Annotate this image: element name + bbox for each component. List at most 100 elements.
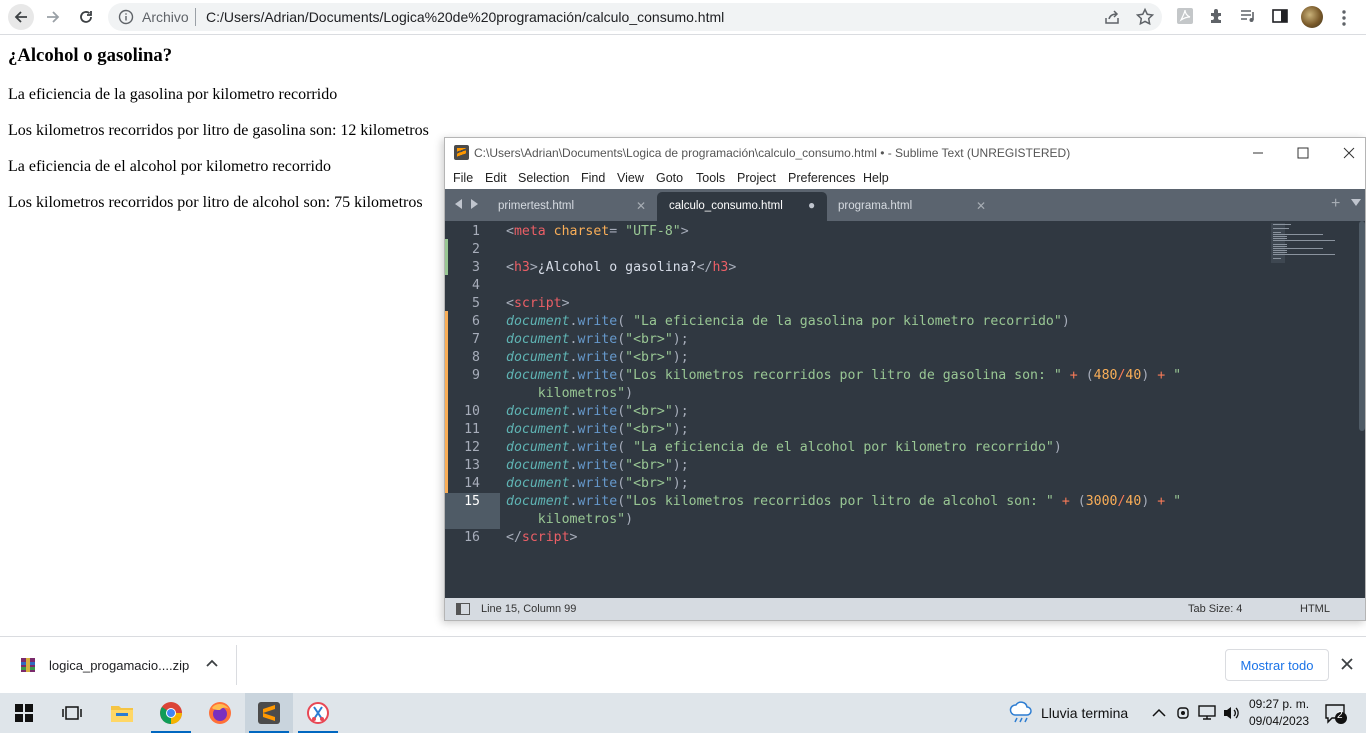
chrome-button[interactable]	[147, 693, 195, 733]
code-line-16: </script>	[506, 530, 578, 545]
sublime-text-button[interactable]	[245, 693, 293, 733]
show-hidden-icons-chevron-icon[interactable]	[1152, 707, 1166, 719]
media-playlist-icon[interactable]	[1239, 7, 1257, 25]
task-view-button[interactable]	[48, 693, 96, 733]
firefox-button[interactable]	[196, 693, 244, 733]
menu-selection[interactable]: Selection	[518, 171, 569, 185]
tab-calculo-consumo[interactable]: calculo_consumo.html ●	[657, 192, 827, 221]
line-number: 14	[464, 476, 480, 491]
tab-close-icon[interactable]: ✕	[636, 199, 646, 213]
minimap[interactable]	[1271, 223, 1335, 263]
code-editor[interactable]: 1 2 3 4 5 6 7 8 9 10 11 12 13 14 15 16 <…	[445, 221, 1365, 598]
weather-text[interactable]: Lluvia termina	[1041, 705, 1128, 721]
menu-project[interactable]: Project	[737, 171, 776, 185]
tab-close-icon[interactable]: ✕	[976, 199, 986, 213]
line-number: 1	[472, 224, 480, 239]
menu-goto[interactable]: Goto	[656, 171, 683, 185]
tab-label: programa.html	[838, 200, 913, 212]
code-line-1: <meta charset= "UTF-8">	[506, 224, 689, 239]
code-line-10: document.write("<br>");	[506, 404, 689, 419]
tab-primertest[interactable]: primertest.html ✕	[490, 192, 658, 221]
vertical-scrollbar[interactable]	[1359, 221, 1365, 431]
menu-tools[interactable]: Tools	[696, 171, 725, 185]
menu-find[interactable]: Find	[581, 171, 605, 185]
tab-programa[interactable]: programa.html ✕	[828, 192, 998, 221]
line-number: 4	[472, 278, 480, 293]
maximize-button[interactable]	[1292, 142, 1314, 164]
line-number: 10	[464, 404, 480, 419]
weather-rain-icon[interactable]	[1008, 701, 1034, 725]
volume-icon[interactable]	[1222, 704, 1240, 722]
url-text[interactable]: C:/Users/Adrian/Documents/Logica%20de%20…	[206, 9, 724, 25]
alcohol-efficiency-text: La eficiencia de el alcohol por kilometr…	[8, 158, 331, 175]
system-clock[interactable]: 09:27 p. m. 09/04/2023	[1249, 696, 1309, 730]
show-all-downloads-button[interactable]: Mostrar todo	[1225, 649, 1329, 681]
sublime-tab-bar: primertest.html ✕ calculo_consumo.html ●…	[445, 189, 1365, 221]
start-button[interactable]	[0, 693, 48, 733]
sublime-menu-bar: File Edit Selection Find View Goto Tools…	[445, 168, 1365, 189]
network-icon[interactable]	[1198, 705, 1216, 721]
profile-avatar[interactable]	[1301, 6, 1323, 28]
line-number: 12	[464, 440, 480, 455]
tab-navigation-arrows-icon[interactable]	[455, 199, 479, 209]
info-icon[interactable]	[118, 9, 134, 25]
maximize-icon	[1297, 147, 1309, 159]
tab-size-selector[interactable]: Tab Size: 4	[1188, 603, 1242, 615]
side-panel-icon[interactable]	[1271, 7, 1289, 25]
code-line-11: document.write("<br>");	[506, 422, 689, 437]
forward-button[interactable]	[40, 4, 66, 30]
meet-now-icon[interactable]	[1175, 704, 1191, 722]
code-line-5: <script>	[506, 296, 570, 311]
notification-center-icon[interactable]	[1324, 703, 1348, 725]
line-number: 2	[472, 242, 480, 257]
minimize-button[interactable]	[1247, 142, 1269, 164]
code-line-3: <h3>¿Alcohol o gasolina?</h3>	[506, 260, 737, 275]
menu-file[interactable]: File	[453, 171, 473, 185]
code-line-8: document.write("<br>");	[506, 350, 689, 365]
close-window-button[interactable]	[1338, 142, 1360, 164]
menu-preferences[interactable]: Preferences	[788, 171, 855, 185]
folder-icon	[111, 706, 133, 722]
code-line-15: document.write("Los kilometros recorrido…	[506, 494, 1182, 509]
snipping-tool-button[interactable]	[294, 693, 342, 733]
download-file-name[interactable]: logica_progamacio....zip	[49, 658, 189, 673]
reload-button[interactable]	[73, 4, 99, 30]
alcohol-km-text: Los kilometros recorridos por litro de a…	[8, 194, 423, 211]
syntax-selector[interactable]: HTML	[1300, 603, 1330, 615]
panel-toggle-icon[interactable]	[456, 603, 470, 615]
address-bar[interactable]: Archivo C:/Users/Adrian/Documents/Logica…	[108, 3, 1162, 31]
menu-help[interactable]: Help	[863, 171, 889, 185]
windows-taskbar: Lluvia termina 09:27 p. m. 09/04/2023 2	[0, 693, 1366, 733]
minimize-icon	[1253, 152, 1263, 154]
close-shelf-icon[interactable]	[1340, 657, 1354, 671]
new-tab-plus-icon[interactable]: +	[1331, 195, 1340, 213]
bookmark-star-icon[interactable]	[1135, 7, 1155, 27]
file-explorer-button[interactable]	[98, 693, 146, 733]
line-number: 8	[472, 350, 480, 365]
extensions-puzzle-icon[interactable]	[1208, 7, 1226, 25]
reload-icon	[80, 11, 92, 23]
arrow-right-icon	[47, 11, 60, 23]
gasoline-efficiency-text: La eficiencia de la gasolina por kilomet…	[8, 86, 338, 103]
share-icon[interactable]	[1103, 8, 1121, 26]
chevron-up-icon[interactable]	[205, 657, 219, 671]
tab-menu-chevron-icon[interactable]	[1351, 199, 1361, 207]
code-line-14: document.write("<br>");	[506, 476, 689, 491]
unsaved-dot-icon[interactable]: ●	[808, 198, 815, 212]
line-number: 11	[464, 422, 480, 437]
pdf-extension-icon[interactable]	[1176, 7, 1194, 25]
firefox-icon	[209, 702, 231, 724]
close-icon	[1343, 147, 1355, 159]
line-number: 7	[472, 332, 480, 347]
clock-date: 09/04/2023	[1249, 714, 1310, 728]
more-menu-icon[interactable]	[1341, 9, 1347, 27]
line-number: 5	[472, 296, 480, 311]
notification-count-badge: 2	[1337, 710, 1343, 721]
sublime-text-window: C:\Users\Adrian\Documents\Logica de prog…	[444, 137, 1366, 621]
line-number: 3	[472, 260, 480, 275]
clock-time: 09:27 p. m.	[1249, 697, 1310, 711]
back-button[interactable]	[8, 4, 34, 30]
menu-view[interactable]: View	[617, 171, 644, 185]
sublime-title-bar[interactable]: C:\Users\Adrian\Documents\Logica de prog…	[445, 138, 1365, 168]
menu-edit[interactable]: Edit	[485, 171, 507, 185]
